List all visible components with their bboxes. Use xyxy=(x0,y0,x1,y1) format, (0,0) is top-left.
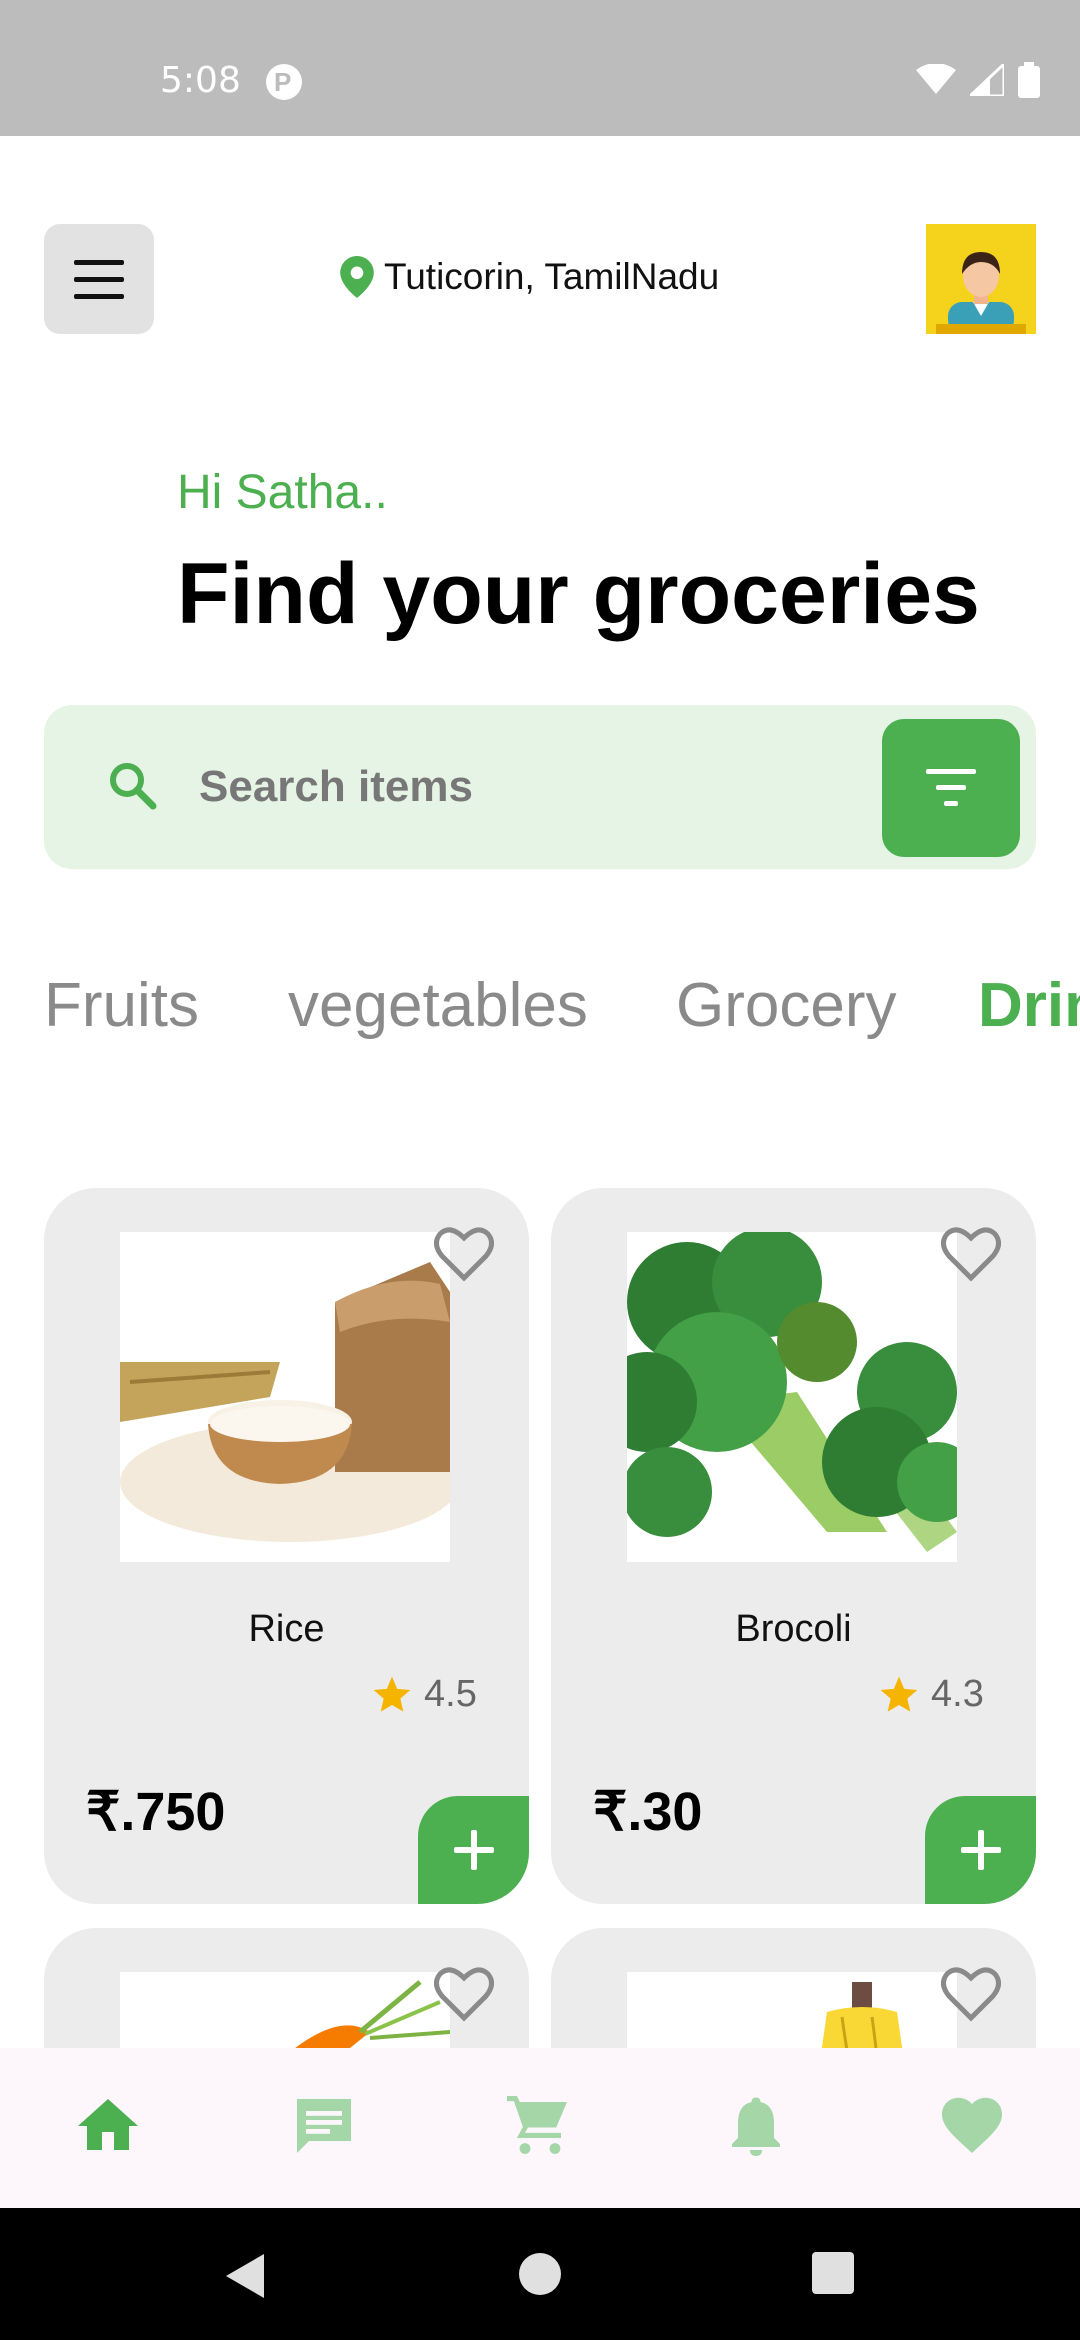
location[interactable]: Tuticorin, TamilNadu xyxy=(340,256,719,298)
favorite-heart-icon[interactable] xyxy=(941,1226,1001,1282)
search-input[interactable] xyxy=(199,761,699,813)
heart-icon xyxy=(942,2097,1002,2153)
filter-button[interactable] xyxy=(882,719,1020,857)
status-bar: 5:08 P xyxy=(0,0,1080,136)
chat-icon xyxy=(297,2099,351,2153)
search-icon xyxy=(110,763,157,810)
home-circle-icon[interactable] xyxy=(518,2252,562,2296)
add-to-cart-button[interactable] xyxy=(925,1796,1036,1904)
product-card-brocoli[interactable]: Brocoli 4.3 ₹.30 xyxy=(551,1188,1036,1904)
product-name: Rice xyxy=(248,1608,325,1650)
nav-chat[interactable] xyxy=(288,2090,360,2162)
favorite-heart-icon[interactable] xyxy=(941,1966,1001,2022)
product-card-rice[interactable]: Rice 4.5 ₹.750 xyxy=(44,1188,529,1904)
rating-value: 4.3 xyxy=(931,1673,984,1715)
product-rating: 4.5 xyxy=(372,1673,477,1716)
system-navigation-bar xyxy=(0,2208,1080,2340)
product-rating: 4.3 xyxy=(879,1673,984,1716)
rating-value: 4.5 xyxy=(424,1673,477,1715)
location-pin-icon xyxy=(340,256,374,298)
product-price: ₹.750 xyxy=(86,1782,226,1842)
location-text: Tuticorin, TamilNadu xyxy=(384,256,720,297)
add-to-cart-button[interactable] xyxy=(418,1796,529,1904)
product-name: Brocoli xyxy=(735,1608,852,1650)
cart-icon xyxy=(507,2096,567,2154)
product-price: ₹.30 xyxy=(593,1782,703,1842)
tab-drinks[interactable]: Drin xyxy=(978,970,1080,1041)
profile-avatar[interactable] xyxy=(926,224,1036,334)
nav-cart[interactable] xyxy=(504,2090,576,2162)
wifi-icon xyxy=(916,64,956,94)
status-icons xyxy=(916,62,1040,98)
bottom-navigation xyxy=(0,2048,1080,2208)
rice-image xyxy=(120,1232,450,1562)
search-bar xyxy=(44,705,1036,869)
signal-icon xyxy=(970,64,1004,96)
favorite-heart-icon[interactable] xyxy=(434,1966,494,2022)
broccoli-image xyxy=(627,1232,957,1562)
back-icon[interactable] xyxy=(222,2252,266,2300)
battery-icon xyxy=(1018,62,1040,98)
home-icon xyxy=(78,2099,138,2150)
nav-notifications[interactable] xyxy=(720,2090,792,2162)
category-tabs: Fruits vegetables Grocery Drin xyxy=(0,970,1080,1050)
p-badge-icon: P xyxy=(266,64,302,100)
recents-icon[interactable] xyxy=(812,2252,854,2294)
menu-button[interactable] xyxy=(44,224,154,334)
page-title: Find your groceries xyxy=(177,546,980,642)
bell-icon xyxy=(732,2097,780,2156)
star-icon xyxy=(880,1676,918,1712)
tab-vegetables[interactable]: vegetables xyxy=(288,970,588,1041)
star-icon xyxy=(373,1676,411,1712)
nav-favorites[interactable] xyxy=(936,2090,1008,2162)
greeting-text: Hi Satha.. xyxy=(177,466,388,519)
favorite-heart-icon[interactable] xyxy=(434,1226,494,1282)
nav-home[interactable] xyxy=(72,2090,144,2162)
tab-grocery[interactable]: Grocery xyxy=(676,970,896,1041)
tab-fruits[interactable]: Fruits xyxy=(44,970,199,1041)
status-time: 5:08 xyxy=(160,60,241,101)
user-avatar-icon xyxy=(936,252,1026,334)
